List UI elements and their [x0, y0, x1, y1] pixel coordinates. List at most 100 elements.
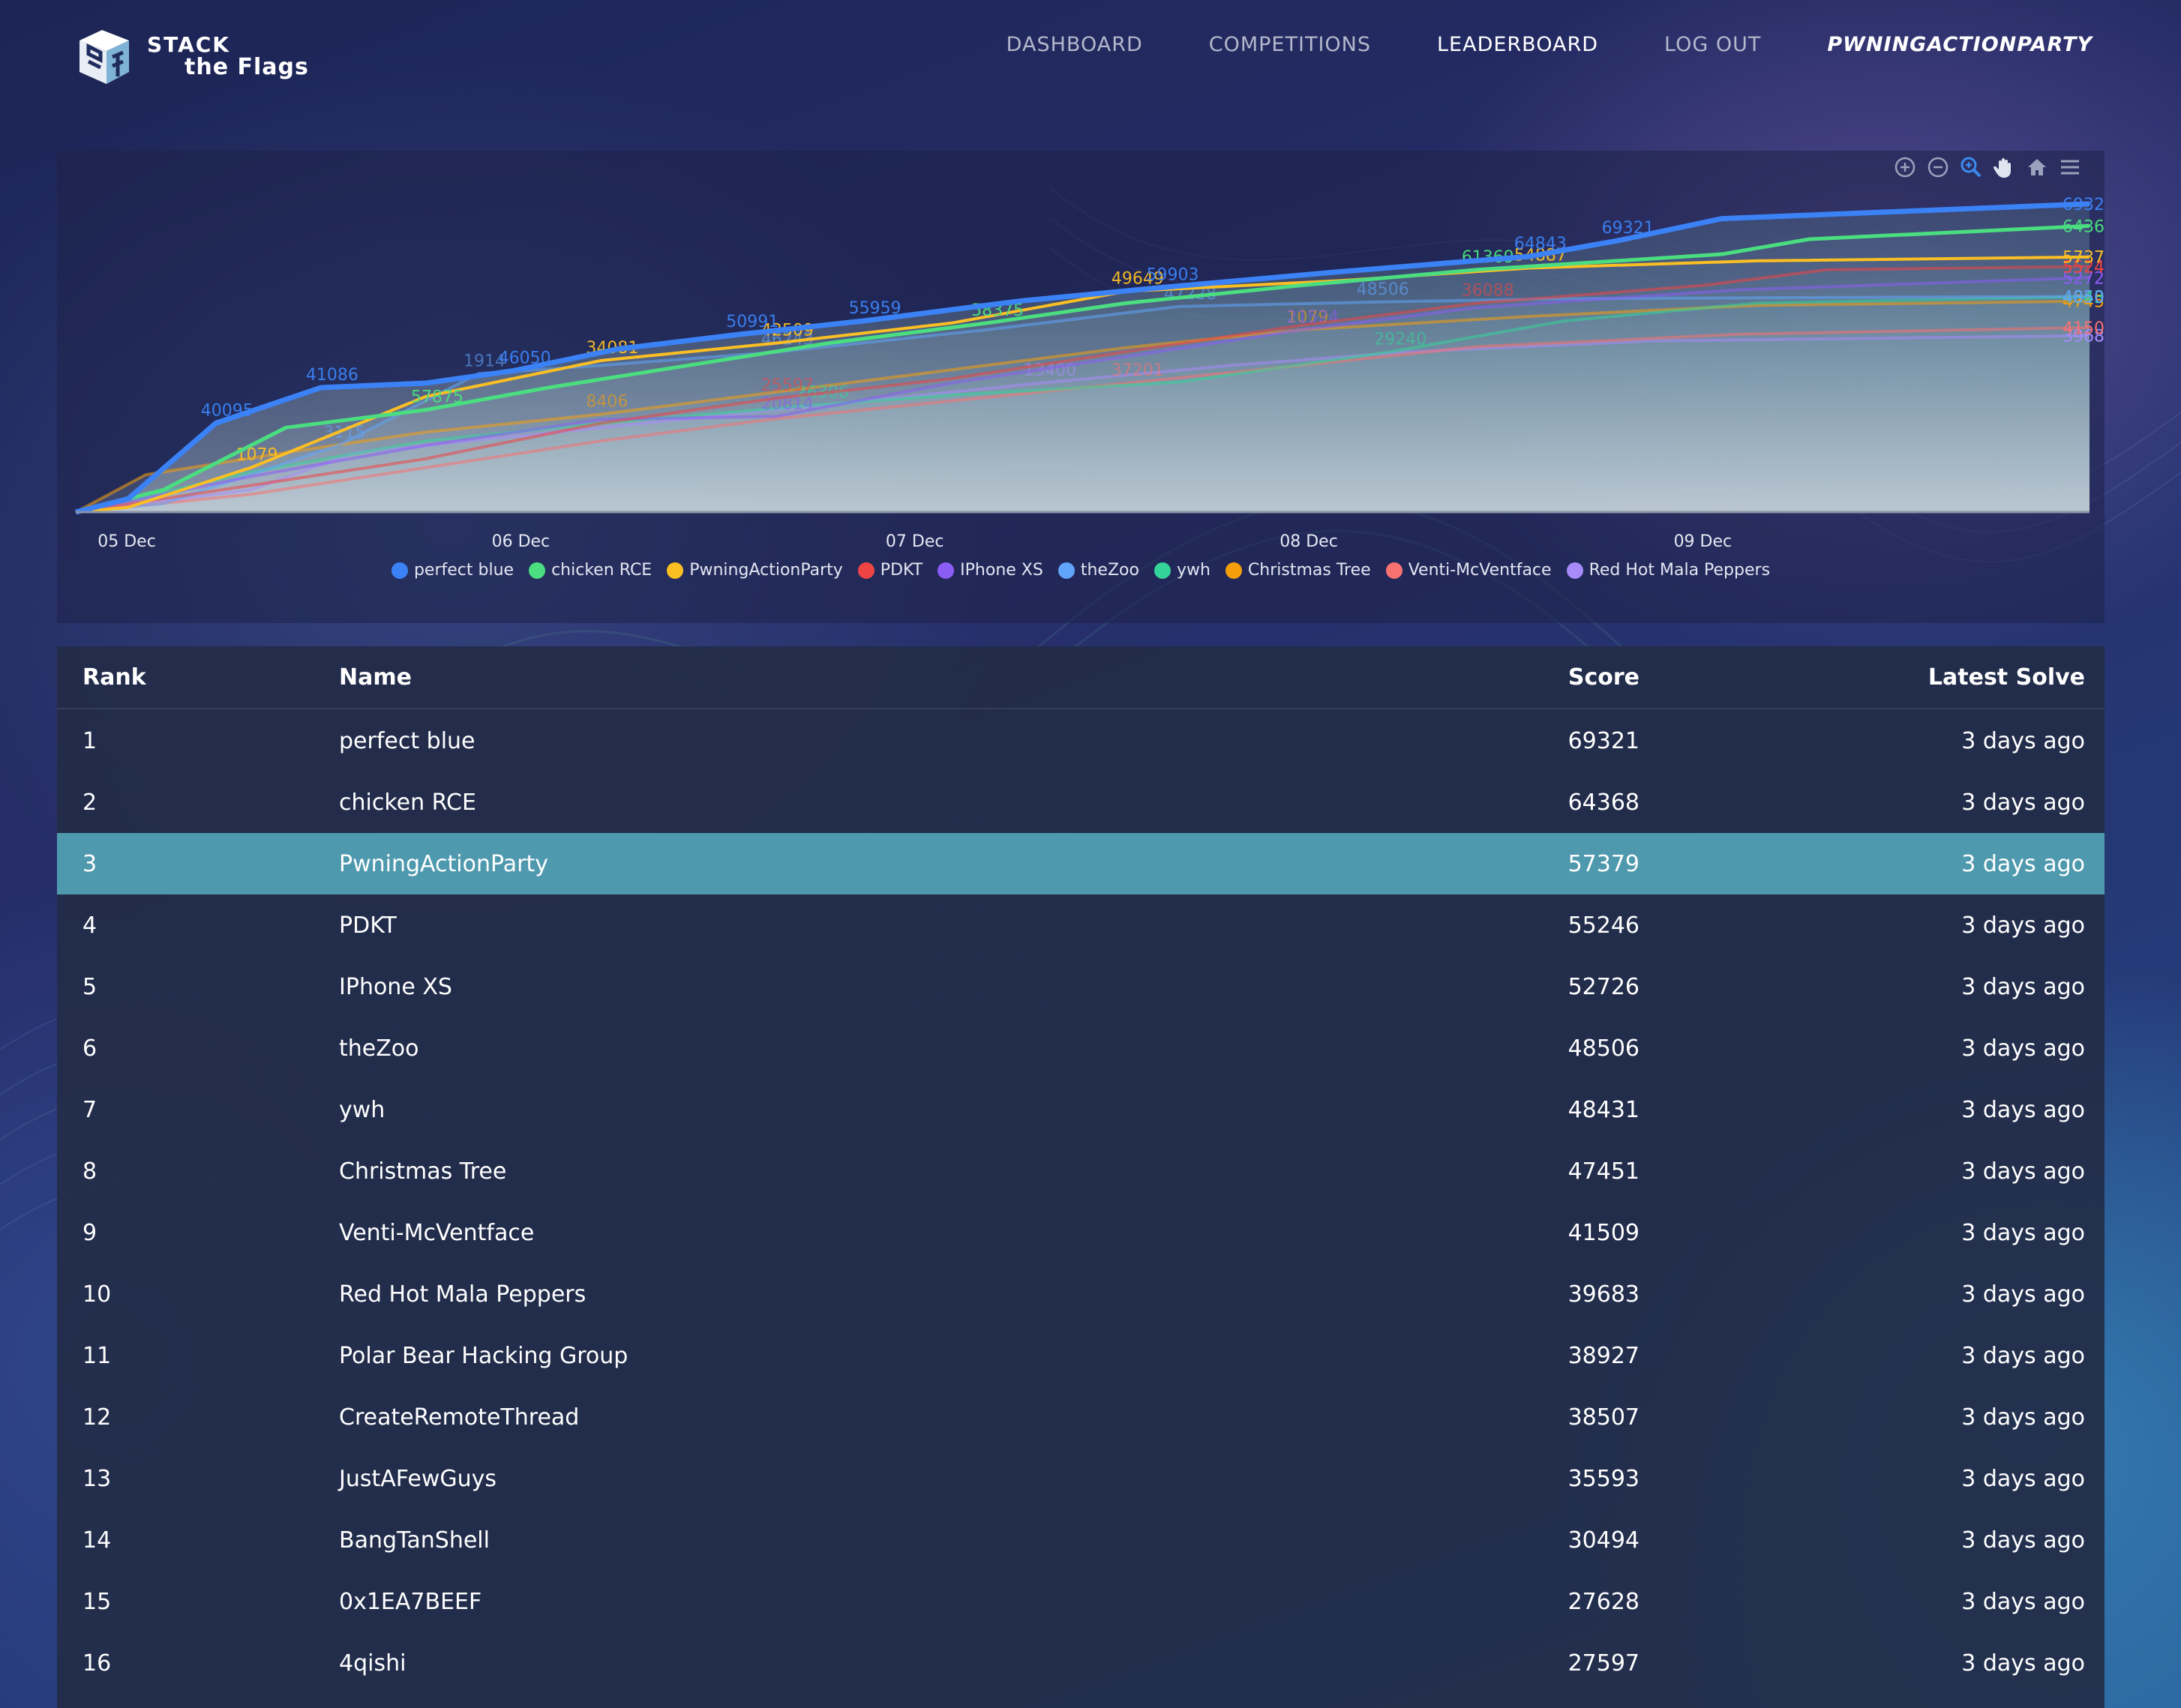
table-row[interactable]: 13 JustAFewGuys 35593 3 days ago	[57, 1448, 2104, 1509]
header-name[interactable]: Name	[339, 664, 1239, 691]
legend-item[interactable]: IPhone XS	[938, 561, 1043, 580]
team-name-cell[interactable]: PwningActionParty	[339, 851, 1239, 877]
score-cell: 38507	[1568, 1404, 1640, 1431]
legend-label: perfect blue	[413, 561, 514, 580]
data-label: 40095	[201, 401, 254, 420]
rank-cell: 3	[82, 850, 98, 877]
legend-item[interactable]: Red Hot Mala Peppers	[1566, 561, 1771, 580]
data-label: 50991	[726, 313, 778, 331]
cube-logo-icon	[80, 30, 129, 84]
score-cell: 55246	[1568, 912, 1640, 939]
table-row[interactable]: 9 Venti-McVentface 41509 3 days ago	[57, 1202, 2104, 1263]
legend-item[interactable]: PwningActionParty	[667, 561, 843, 580]
chart-canvas[interactable]: 1340039683372014150984061079474512630629…	[57, 151, 2104, 556]
team-name-cell[interactable]: BangTanShell	[339, 1527, 1239, 1554]
header-rank[interactable]: Rank	[57, 664, 339, 691]
team-name-cell[interactable]: 4qishi	[339, 1650, 1239, 1677]
zoom-out-icon[interactable]	[1926, 155, 1950, 179]
score-cell: 64368	[1568, 789, 1640, 816]
team-name-cell[interactable]: Christmas Tree	[339, 1158, 1239, 1185]
legend-marker-icon	[1154, 562, 1171, 579]
latest-solve-cell: 3 days ago	[1961, 912, 2085, 939]
table-row[interactable]: 1 perfect blue 69321 3 days ago	[57, 710, 2104, 772]
latest-solve-cell: 3 days ago	[1961, 1588, 2085, 1615]
score-cell: 48506	[1568, 1035, 1640, 1062]
table-row[interactable]: 12 CreateRemoteThread 38507 3 days ago	[57, 1386, 2104, 1448]
team-name-cell[interactable]: perfect blue	[339, 728, 1239, 754]
end-value-label: 69321	[2062, 196, 2104, 214]
legend-label: PDKT	[880, 561, 923, 580]
legend-marker-icon	[391, 562, 408, 579]
brand-line-2: the Flags	[184, 53, 309, 80]
legend-label: ywh	[1176, 561, 1210, 580]
team-name-cell[interactable]: Venti-McVentface	[339, 1220, 1239, 1246]
score-cell: 38927	[1568, 1342, 1640, 1369]
team-name-cell[interactable]: ywh	[339, 1097, 1239, 1123]
table-row[interactable]: 10 Red Hot Mala Peppers 39683 3 days ago	[57, 1263, 2104, 1325]
latest-solve-cell: 3 days ago	[1961, 1342, 2085, 1369]
selection-zoom-icon[interactable]	[1959, 155, 1983, 179]
table-row[interactable]: 3 PwningActionParty 57379 3 days ago	[57, 833, 2104, 894]
team-name-cell[interactable]: CreateRemoteThread	[339, 1404, 1239, 1431]
latest-solve-cell: 3 days ago	[1961, 727, 2085, 754]
data-label: 29240	[1374, 331, 1426, 349]
rank-cell: 16	[82, 1650, 112, 1677]
legend-item[interactable]: chicken RCE	[529, 561, 652, 580]
team-name-cell[interactable]: chicken RCE	[339, 790, 1239, 816]
nav-user-profile[interactable]: PWNINGACTIONPARTY	[1827, 33, 2092, 56]
reset-home-icon[interactable]	[2025, 155, 2049, 179]
table-row[interactable]: 7 ywh 48431 3 days ago	[57, 1079, 2104, 1140]
team-name-cell[interactable]: JustAFewGuys	[339, 1466, 1239, 1492]
team-name-cell[interactable]: 0x1EA7BEEF	[339, 1589, 1239, 1615]
team-name-cell[interactable]: PDKT	[339, 912, 1239, 939]
latest-solve-cell: 3 days ago	[1961, 1096, 2085, 1123]
legend-marker-icon	[857, 562, 874, 579]
legend-item[interactable]: Venti-McVentface	[1385, 561, 1552, 580]
data-label: 64843	[1514, 235, 1567, 253]
team-name-cell[interactable]: IPhone XS	[339, 974, 1239, 1000]
header-latest-solve[interactable]: Latest Solve	[1640, 664, 2104, 691]
nav-leaderboard[interactable]: LEADERBOARD	[1437, 33, 1598, 56]
latest-solve-cell: 3 days ago	[1961, 1650, 2085, 1677]
table-row[interactable]: 2 chicken RCE 64368 3 days ago	[57, 772, 2104, 833]
data-label: 8406	[586, 393, 628, 412]
table-row[interactable]: 15 0x1EA7BEEF 27628 3 days ago	[57, 1571, 2104, 1632]
legend-marker-icon	[667, 562, 684, 579]
latest-solve-cell: 3 days ago	[1961, 1404, 2085, 1431]
table-row[interactable]: 14 BangTanShell 30494 3 days ago	[57, 1509, 2104, 1571]
header-score[interactable]: Score	[1239, 664, 1640, 691]
score-cell: 30494	[1568, 1527, 1640, 1554]
x-tick-label: 05 Dec	[98, 532, 156, 551]
legend-label: Red Hot Mala Peppers	[1588, 561, 1771, 580]
zoom-in-icon[interactable]	[1893, 155, 1917, 179]
rank-cell: 13	[82, 1465, 112, 1492]
legend-item[interactable]: ywh	[1154, 561, 1210, 580]
nav-competitions[interactable]: COMPETITIONS	[1209, 33, 1371, 56]
table-row[interactable]: 5 IPhone XS 52726 3 days ago	[57, 956, 2104, 1017]
data-label: 48506	[1357, 280, 1409, 299]
nav-dashboard[interactable]: DASHBOARD	[1006, 33, 1143, 56]
table-row[interactable]: 6 theZoo 48506 3 days ago	[57, 1017, 2104, 1079]
brand-wordmark: STACK the Flags	[147, 33, 309, 80]
brand-logo[interactable]: STACK the Flags	[72, 22, 320, 90]
score-cell: 27628	[1568, 1588, 1640, 1615]
legend-item[interactable]: perfect blue	[391, 561, 514, 580]
nav-log-out[interactable]: LOG OUT	[1664, 33, 1761, 56]
table-body: 1 perfect blue 69321 3 days ago 2 chicken RCE…	[57, 710, 2104, 1694]
score-cell: 69321	[1568, 727, 1640, 754]
team-name-cell[interactable]: Polar Bear Hacking Group	[339, 1343, 1239, 1369]
table-row[interactable]: 11 Polar Bear Hacking Group 38927 3 days ag…	[57, 1325, 2104, 1386]
table-row[interactable]: 8 Christmas Tree 47451 3 days ago	[57, 1140, 2104, 1202]
table-row[interactable]: 4 PDKT 55246 3 days ago	[57, 894, 2104, 956]
score-cell: 52726	[1568, 973, 1640, 1000]
team-name-cell[interactable]: theZoo	[339, 1035, 1239, 1062]
legend-item[interactable]: Christmas Tree	[1225, 561, 1371, 580]
legend-item[interactable]: theZoo	[1058, 561, 1139, 580]
latest-solve-cell: 3 days ago	[1961, 1158, 2085, 1185]
table-row[interactable]: 16 4qishi 27597 3 days ago	[57, 1632, 2104, 1694]
legend-label: Christmas Tree	[1247, 561, 1371, 580]
legend-item[interactable]: PDKT	[857, 561, 923, 580]
pan-icon[interactable]	[1992, 155, 2016, 179]
menu-icon[interactable]	[2058, 155, 2082, 179]
team-name-cell[interactable]: Red Hot Mala Peppers	[339, 1281, 1239, 1308]
